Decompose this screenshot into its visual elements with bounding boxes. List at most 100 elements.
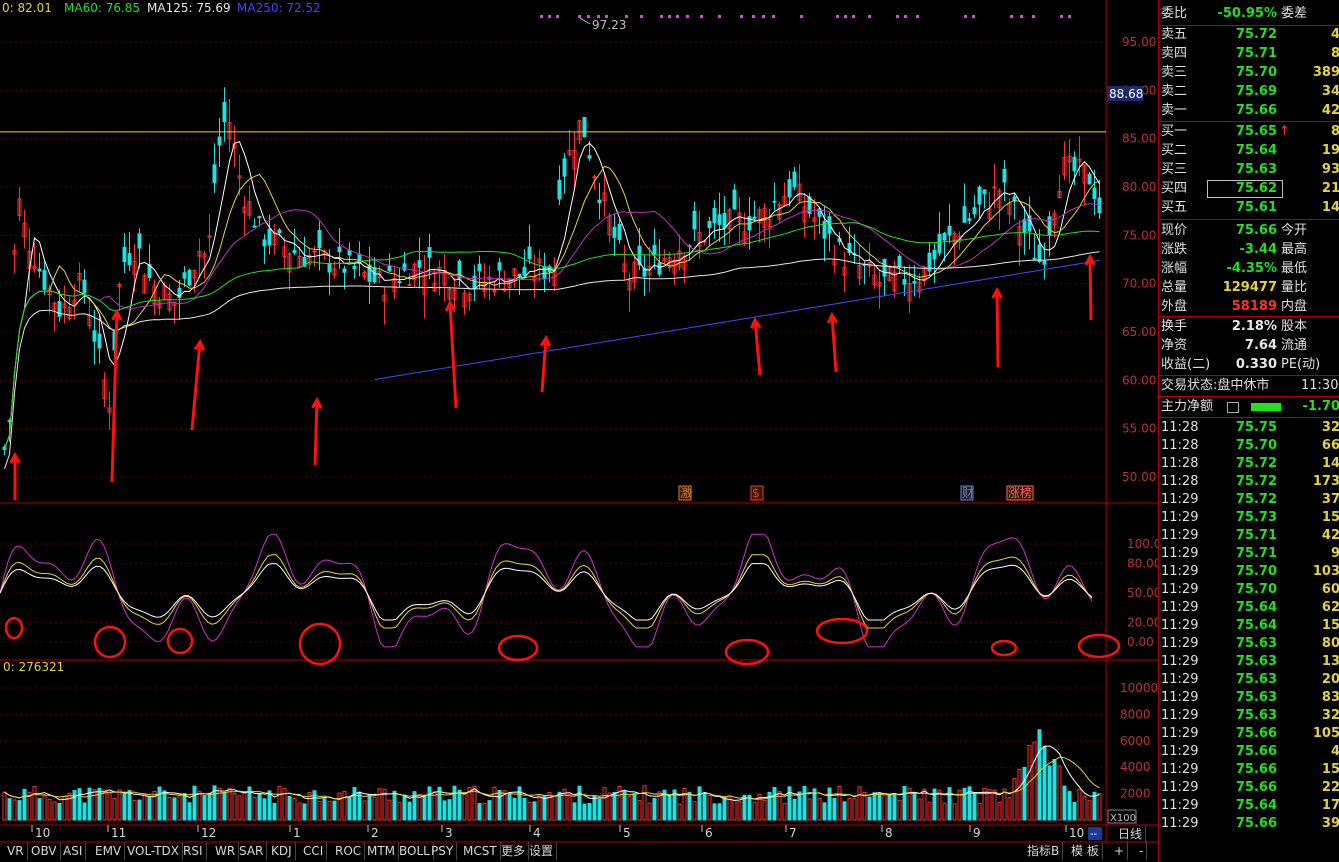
ask-label: 卖五	[1161, 27, 1188, 42]
quote-right-label: 最高	[1281, 242, 1308, 257]
candle-body	[212, 164, 217, 184]
candle-body	[897, 255, 902, 267]
divider	[1159, 219, 1339, 220]
volume-bar	[157, 786, 162, 821]
indicator-tab[interactable]: 设置	[526, 842, 558, 860]
indicator-tab[interactable]: VOL-TDX	[124, 842, 183, 860]
month-label: 10	[1069, 826, 1084, 840]
candle-body	[477, 263, 482, 272]
tick-price: 75.70	[1235, 438, 1277, 453]
tick-price: 75.64	[1235, 600, 1277, 615]
tick-row: 11:28 75.72 173	[1159, 473, 1339, 491]
volume-bar	[622, 790, 627, 821]
indicator-tab[interactable]: EMV	[92, 842, 126, 860]
tick-qty: 9	[1330, 546, 1339, 561]
price-axis-label: 65.00	[1122, 325, 1156, 339]
candle-body	[1032, 257, 1037, 260]
signal-dot	[1010, 15, 1013, 18]
signal-dot	[964, 15, 967, 18]
tick-time: 11:28	[1161, 420, 1199, 435]
candle-body	[457, 260, 462, 279]
volume-bar	[417, 793, 422, 821]
signal-dot	[916, 15, 919, 18]
indicator-tab[interactable]: PSY	[428, 842, 458, 860]
volume-bar	[37, 798, 42, 821]
volume-bar	[762, 800, 767, 821]
tick-time: 11:29	[1161, 528, 1199, 543]
volume-bar	[1032, 741, 1037, 821]
tick-qty: 173	[1312, 474, 1339, 489]
volume-bar	[532, 801, 537, 821]
indicator-tab[interactable]: ASI	[60, 842, 87, 860]
red-circle	[497, 634, 539, 662]
tick-row: 11:29 75.66 15	[1159, 761, 1339, 779]
ask-qty: 34	[1321, 84, 1339, 99]
candle-body	[937, 233, 942, 254]
volume-bar	[1077, 788, 1082, 821]
volume-bar	[887, 794, 892, 821]
candle-body	[772, 200, 777, 203]
stat-value: 7.64	[1244, 338, 1277, 353]
toolbar-button[interactable]: +	[1111, 842, 1129, 860]
tick-row: 11:29 75.64 17	[1159, 797, 1339, 815]
indicator-tab[interactable]: SAR	[236, 842, 268, 860]
indicator-tab[interactable]: MTM	[364, 842, 400, 860]
toolbar-button[interactable]: -	[1136, 842, 1148, 860]
volume-bar	[302, 803, 307, 821]
candle-body	[82, 279, 87, 294]
ma-value-label: MA125: 75.69	[147, 1, 231, 15]
volume-bar	[32, 786, 37, 821]
tick-time: 11:29	[1161, 600, 1199, 615]
indicator-tab[interactable]: OBV	[28, 842, 61, 860]
tick-qty: 17	[1321, 798, 1339, 813]
tick-row: 11:29 75.66 39	[1159, 815, 1339, 833]
volume-bar	[42, 795, 47, 821]
ask-label: 卖四	[1161, 46, 1188, 61]
tick-price: 75.66	[1235, 726, 1277, 741]
volume-bar	[582, 803, 587, 821]
period-button[interactable]: 日线	[1115, 825, 1147, 843]
volume-bar	[692, 801, 697, 821]
up-arrow-icon: ↑	[1279, 124, 1290, 139]
indicator-tab[interactable]: 更多	[498, 842, 530, 860]
ma-value-label: MA60: 76.85	[64, 1, 141, 15]
volume-bar	[272, 802, 277, 821]
volume-bar	[407, 801, 412, 821]
ask-price: 75.69	[1235, 84, 1277, 99]
toolbar-button[interactable]: 模 板	[1068, 842, 1103, 860]
indicator-tab[interactable]: CCI	[300, 842, 328, 860]
volume-bar	[277, 785, 282, 821]
menu-icon[interactable]	[1227, 402, 1239, 413]
indicator-tab[interactable]: MCST	[460, 842, 501, 860]
quote-right-label: 最低	[1281, 261, 1308, 276]
volume-bar	[837, 785, 842, 821]
indicator-tab[interactable]: KDJ	[268, 842, 296, 860]
red-arrow	[448, 302, 458, 409]
candle-body	[257, 216, 262, 219]
month-label: 4	[533, 826, 541, 840]
volume-bar	[737, 801, 742, 821]
kdj-axis-label: 20.00	[1127, 615, 1158, 629]
candle-body	[982, 189, 987, 195]
indicator-tab[interactable]: ROC	[332, 842, 366, 860]
tick-price: 75.71	[1235, 546, 1277, 561]
volume-bar	[522, 797, 527, 821]
tick-qty: 15	[1321, 510, 1339, 525]
signal-dot	[772, 15, 775, 18]
volume-bar	[912, 792, 917, 821]
indicator-tab[interactable]: RSI	[180, 842, 207, 860]
toolbar-button[interactable]: 指标B	[1024, 842, 1064, 860]
volume-bar	[442, 800, 447, 821]
candle-body	[347, 250, 352, 256]
candle-body	[222, 102, 227, 123]
event-marker-label: 财	[962, 486, 974, 500]
tick-row: 11:29 75.63 80	[1159, 635, 1339, 653]
ask-qty: 42	[1321, 103, 1339, 118]
volume-bar	[627, 795, 632, 821]
indicator-tab[interactable]: VR	[4, 842, 28, 860]
candlestick-chart[interactable]: 95.00 9 0.00 85.00 80.00 75.00 70.00 65.00 60.00…	[0, 0, 1158, 862]
candle-body	[397, 281, 402, 284]
tick-qty: 42	[1321, 528, 1339, 543]
stat-row: 收益(二) 0.330 PE(动)	[1159, 356, 1339, 374]
candle-body	[402, 263, 407, 271]
